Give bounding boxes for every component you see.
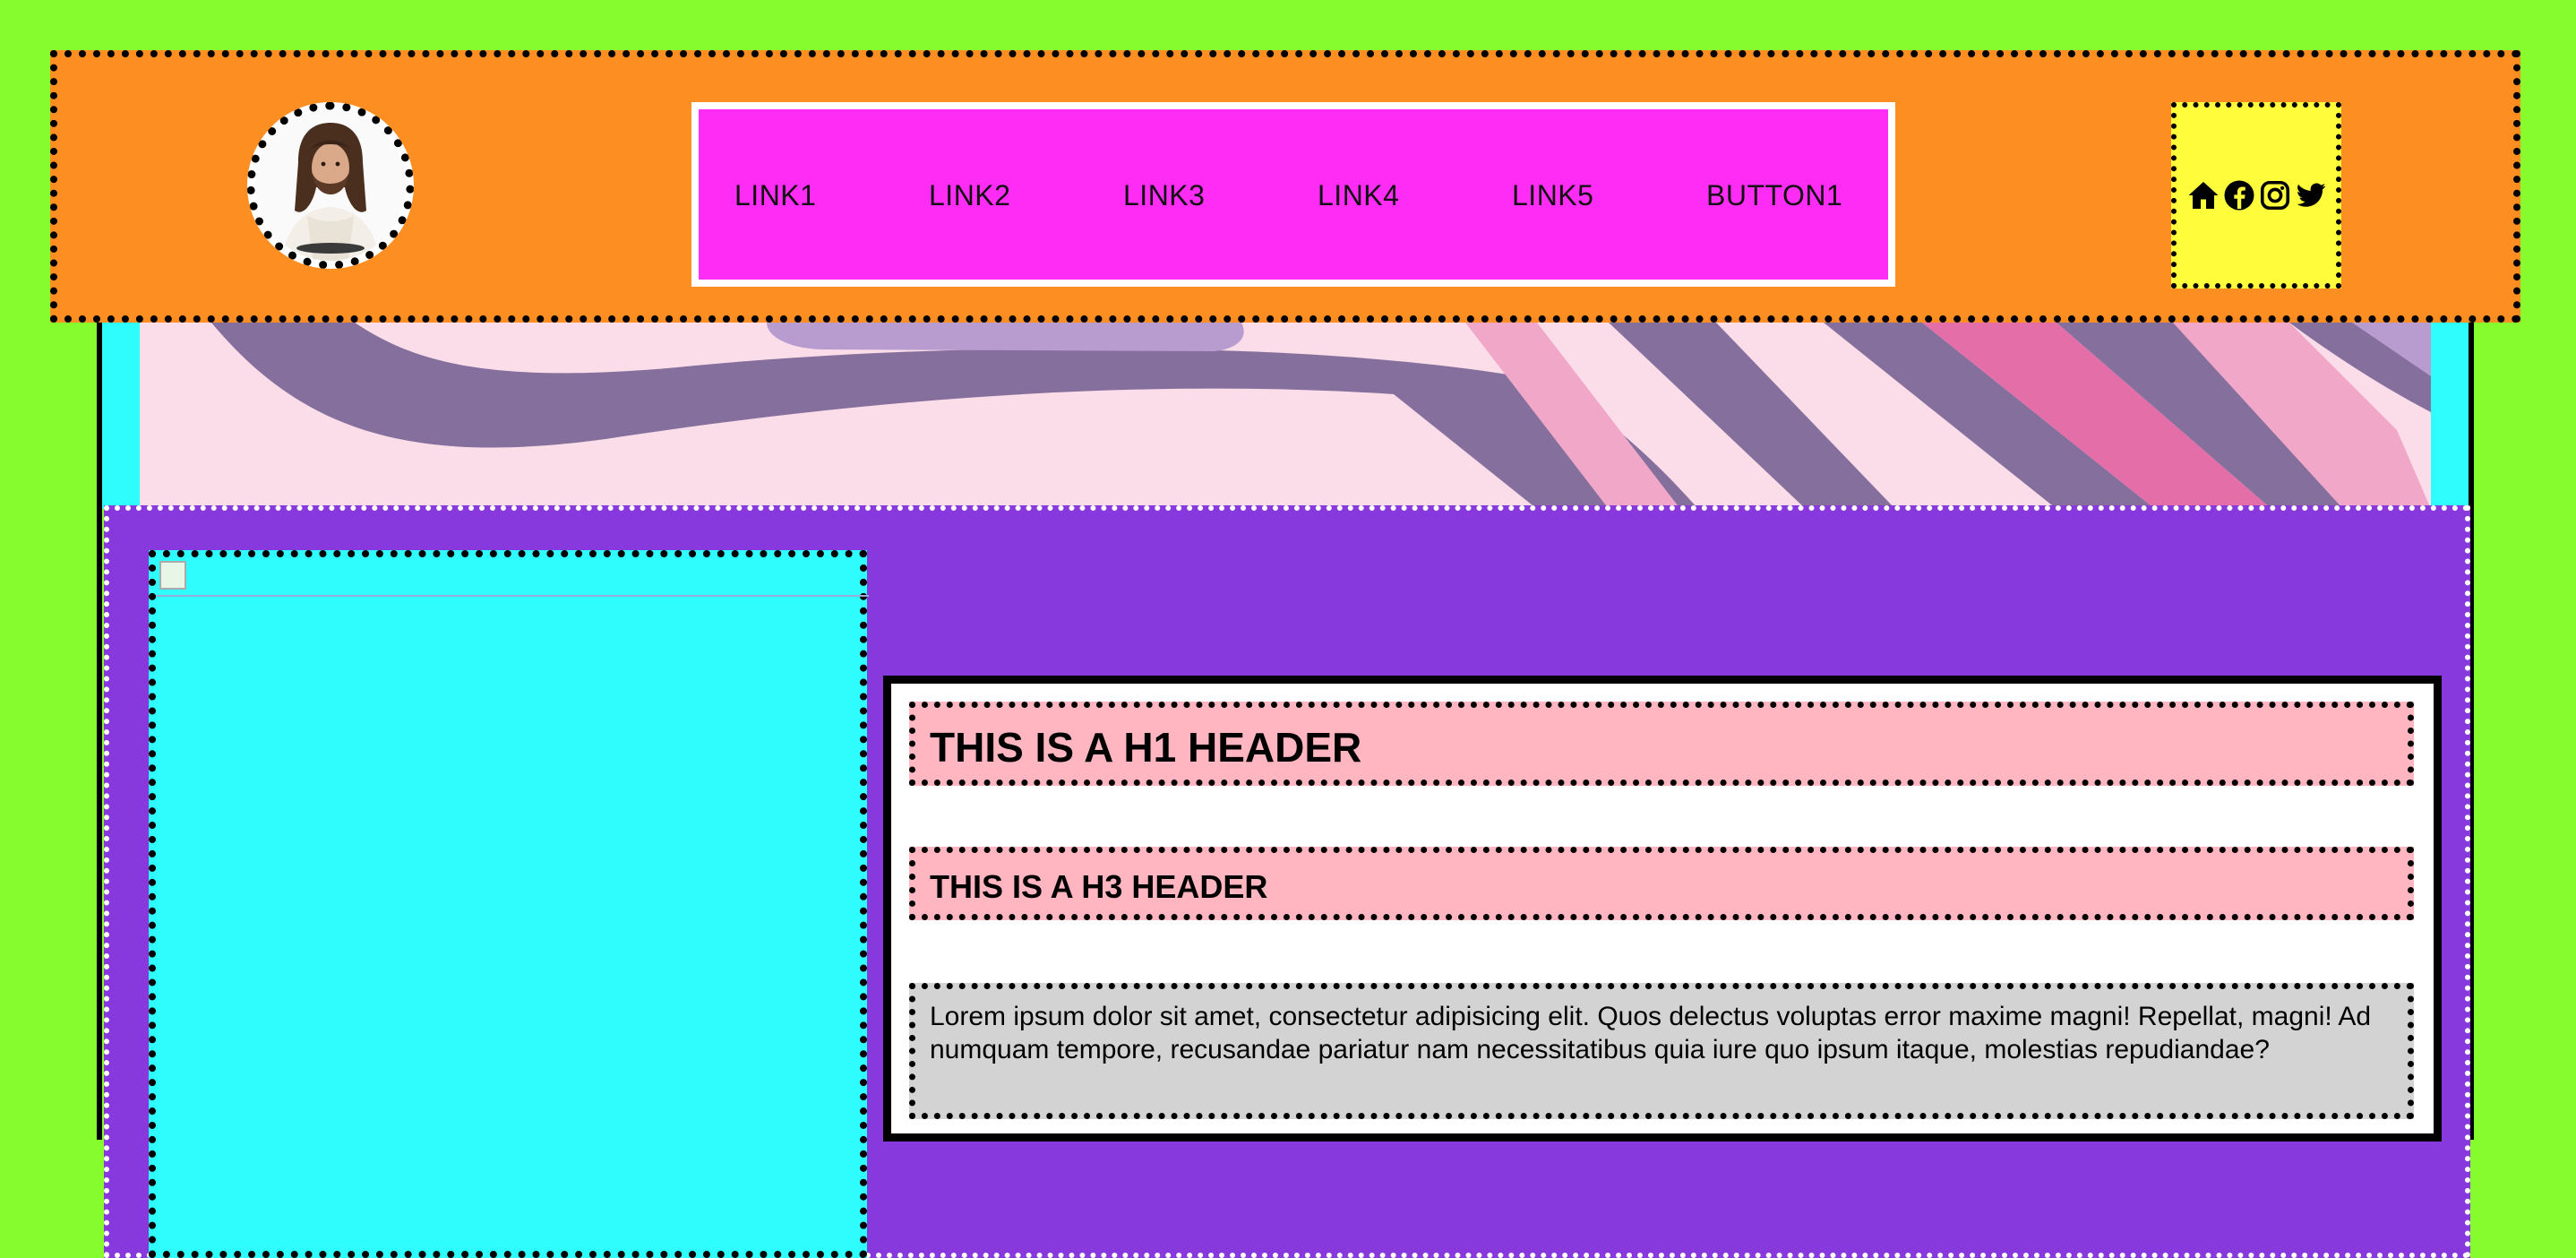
hero-banner [102,323,2469,509]
social-links [2171,102,2341,289]
broken-image-icon [159,561,186,590]
image-container [149,550,869,1258]
page-heading-h3: THIS IS A H3 HEADER [909,847,2414,920]
broken-image [156,557,869,597]
content-card: THIS IS A H1 HEADER THIS IS A H3 HEADER … [883,676,2442,1142]
nav-link-2[interactable]: LINK2 [929,179,1010,212]
main-navigation: LINK1 LINK2 LINK3 LINK4 LINK5 BUTTON1 [691,102,1895,287]
nav-link-1[interactable]: LINK1 [734,179,816,212]
page-heading-h1: THIS IS A H1 HEADER [909,702,2414,786]
nav-link-4[interactable]: LINK4 [1318,179,1399,212]
facebook-icon[interactable] [2223,179,2255,211]
home-icon[interactable] [2187,179,2220,211]
nav-link-5[interactable]: LINK5 [1512,179,1593,212]
body-paragraph: Lorem ipsum dolor sit amet, consectetur … [909,983,2414,1119]
avatar-portrait-image [255,110,406,261]
nav-button-1[interactable]: BUTTON1 [1706,179,1842,212]
twitter-icon[interactable] [2295,179,2327,211]
instagram-icon[interactable] [2259,179,2291,211]
nav-link-3[interactable]: LINK3 [1123,179,1205,212]
site-header: LINK1 LINK2 LINK3 LINK4 LINK5 BUTTON1 [50,50,2520,323]
hero-banner-image [140,323,2431,509]
logo-avatar[interactable] [247,102,414,269]
